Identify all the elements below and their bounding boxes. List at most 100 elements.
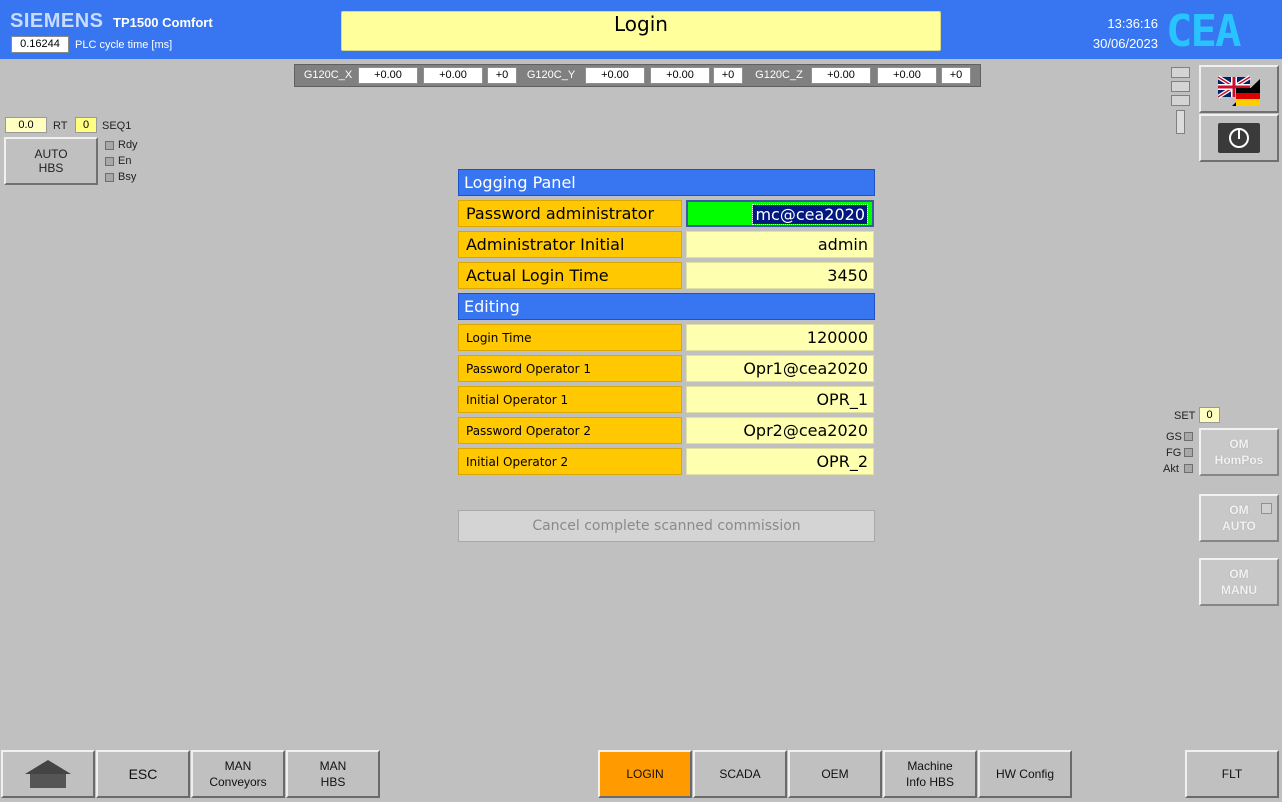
set-label: SET [1174, 410, 1196, 422]
akt-label: Akt [1163, 463, 1179, 475]
login-button[interactable]: LOGIN [598, 750, 692, 798]
om-manu-button[interactable]: OM MANU [1199, 558, 1279, 606]
plc-cycle-time-value: 0.16244 [11, 36, 69, 53]
axis-x-speed: +0.00 [423, 67, 483, 84]
login-time-label: Login Time [458, 324, 682, 351]
esc-button[interactable]: ESC [96, 750, 190, 798]
man-hbs-button[interactable]: MAN HBS [286, 750, 380, 798]
language-switch-button[interactable] [1199, 65, 1279, 113]
uk-german-flag-icon [1218, 72, 1260, 106]
rdy-indicator-led [105, 141, 114, 150]
machine-info-hbs-button[interactable]: Machine Info HBS [883, 750, 977, 798]
password-administrator-value: mc@cea2020 [752, 204, 868, 225]
axis-x-status: +0 [487, 67, 517, 84]
initial-operator-2-label: Initial Operator 2 [458, 448, 682, 475]
auto-hbs-line2: HBS [38, 161, 64, 175]
axis-z-status: +0 [941, 67, 971, 84]
home-button[interactable] [1, 750, 95, 798]
axis-x-label: G120C_X [303, 69, 353, 81]
machine-info-line1: Machine [907, 759, 953, 773]
fg-label: FG [1166, 447, 1182, 459]
clock-time: 13:36:16 [1107, 16, 1158, 31]
actual-login-time-label: Actual Login Time [458, 262, 682, 289]
password-operator-2-input[interactable]: Opr2@cea2020 [686, 417, 874, 444]
esc-label: ESC [128, 766, 158, 782]
machine-info-line2: Info HBS [905, 775, 955, 789]
axes-status-strip: G120C_X +0.00 +0.00 +0 G120C_Y +0.00 +0.… [294, 64, 981, 87]
bsy-label: Bsy [118, 171, 137, 183]
level-indicator-segment [1171, 95, 1190, 106]
initial-operator-1-label: Initial Operator 1 [458, 386, 682, 413]
login-time-input[interactable]: 120000 [686, 324, 874, 351]
cea-logo: CEA [1166, 6, 1241, 57]
initial-operator-2-input[interactable]: OPR_2 [686, 448, 874, 475]
clock-date: 30/06/2023 [1092, 36, 1158, 51]
password-operator-2-label: Password Operator 2 [458, 417, 682, 444]
man-conveyors-line1: MAN [224, 759, 252, 773]
password-operator-1-label: Password Operator 1 [458, 355, 682, 382]
man-conveyors-line2: Conveyors [209, 775, 267, 789]
set-value-field: 0 [1199, 407, 1220, 423]
akt-indicator-led [1184, 464, 1193, 473]
seq-value-field: 0 [75, 117, 97, 133]
power-icon [1218, 123, 1260, 153]
om-manu-line1: OM [1229, 567, 1249, 581]
axis-x-position: +0.00 [358, 67, 418, 84]
om-hompos-line1: OM [1229, 437, 1249, 451]
logging-panel-header: Logging Panel [458, 169, 875, 196]
om-auto-button[interactable]: OM AUTO [1199, 494, 1279, 542]
power-button[interactable] [1199, 114, 1279, 162]
axis-y-status: +0 [713, 67, 743, 84]
oem-button[interactable]: OEM [788, 750, 882, 798]
scada-button[interactable]: SCADA [693, 750, 787, 798]
plc-cycle-time-label: PLC cycle time [ms] [75, 39, 173, 51]
level-indicator-segment [1171, 67, 1190, 78]
rt-label: RT [53, 120, 68, 132]
device-model: TP1500 Comfort [113, 15, 213, 30]
login-label: LOGIN [626, 767, 664, 781]
password-administrator-label: Password administrator [458, 200, 682, 227]
home-icon [25, 760, 71, 788]
oem-label: OEM [821, 767, 849, 781]
scada-label: SCADA [719, 767, 761, 781]
axis-y-label: G120C_Y [526, 69, 576, 81]
initial-operator-1-input[interactable]: OPR_1 [686, 386, 874, 413]
bsy-indicator-led [105, 173, 114, 182]
cancel-scanned-commission-button[interactable]: Cancel complete scanned commission [458, 510, 875, 542]
page-title: Login [341, 11, 941, 51]
om-auto-line1: OM [1229, 503, 1249, 517]
editing-section-header: Editing [458, 293, 875, 320]
en-indicator-led [105, 157, 114, 166]
auto-hbs-button[interactable]: AUTO HBS [4, 137, 98, 185]
om-manu-line2: MANU [1221, 583, 1257, 597]
password-administrator-input[interactable]: mc@cea2020 [686, 200, 874, 227]
rdy-label: Rdy [118, 139, 138, 151]
om-hompos-line2: HomPos [1214, 453, 1264, 467]
axis-y-speed: +0.00 [650, 67, 710, 84]
administrator-initial-field[interactable]: admin [686, 231, 874, 258]
en-label: En [118, 155, 132, 167]
rt-value-field: 0.0 [5, 117, 47, 133]
seq-label: SEQ1 [102, 120, 132, 132]
hw-config-label: HW Config [995, 767, 1054, 781]
actual-login-time-field: 3450 [686, 262, 874, 289]
fg-indicator-led [1184, 448, 1193, 457]
man-hbs-line1: MAN [319, 759, 347, 773]
flt-button[interactable]: FLT [1185, 750, 1279, 798]
gs-indicator-led [1184, 432, 1193, 441]
axis-y-position: +0.00 [585, 67, 645, 84]
axis-z-position: +0.00 [811, 67, 871, 84]
om-auto-indicator-led [1261, 503, 1272, 514]
flt-label: FLT [1221, 767, 1243, 781]
siemens-logo: SIEMENS [10, 10, 104, 32]
om-auto-line2: AUTO [1222, 519, 1256, 533]
axis-z-label: G120C_Z [755, 69, 803, 81]
om-hompos-button[interactable]: OM HomPos [1199, 428, 1279, 476]
man-hbs-line2: HBS [320, 775, 346, 789]
axis-z-speed: +0.00 [877, 67, 937, 84]
level-indicator-segment [1171, 81, 1190, 92]
hw-config-button[interactable]: HW Config [978, 750, 1072, 798]
gs-label: GS [1166, 431, 1182, 443]
password-operator-1-input[interactable]: Opr1@cea2020 [686, 355, 874, 382]
man-conveyors-button[interactable]: MAN Conveyors [191, 750, 285, 798]
